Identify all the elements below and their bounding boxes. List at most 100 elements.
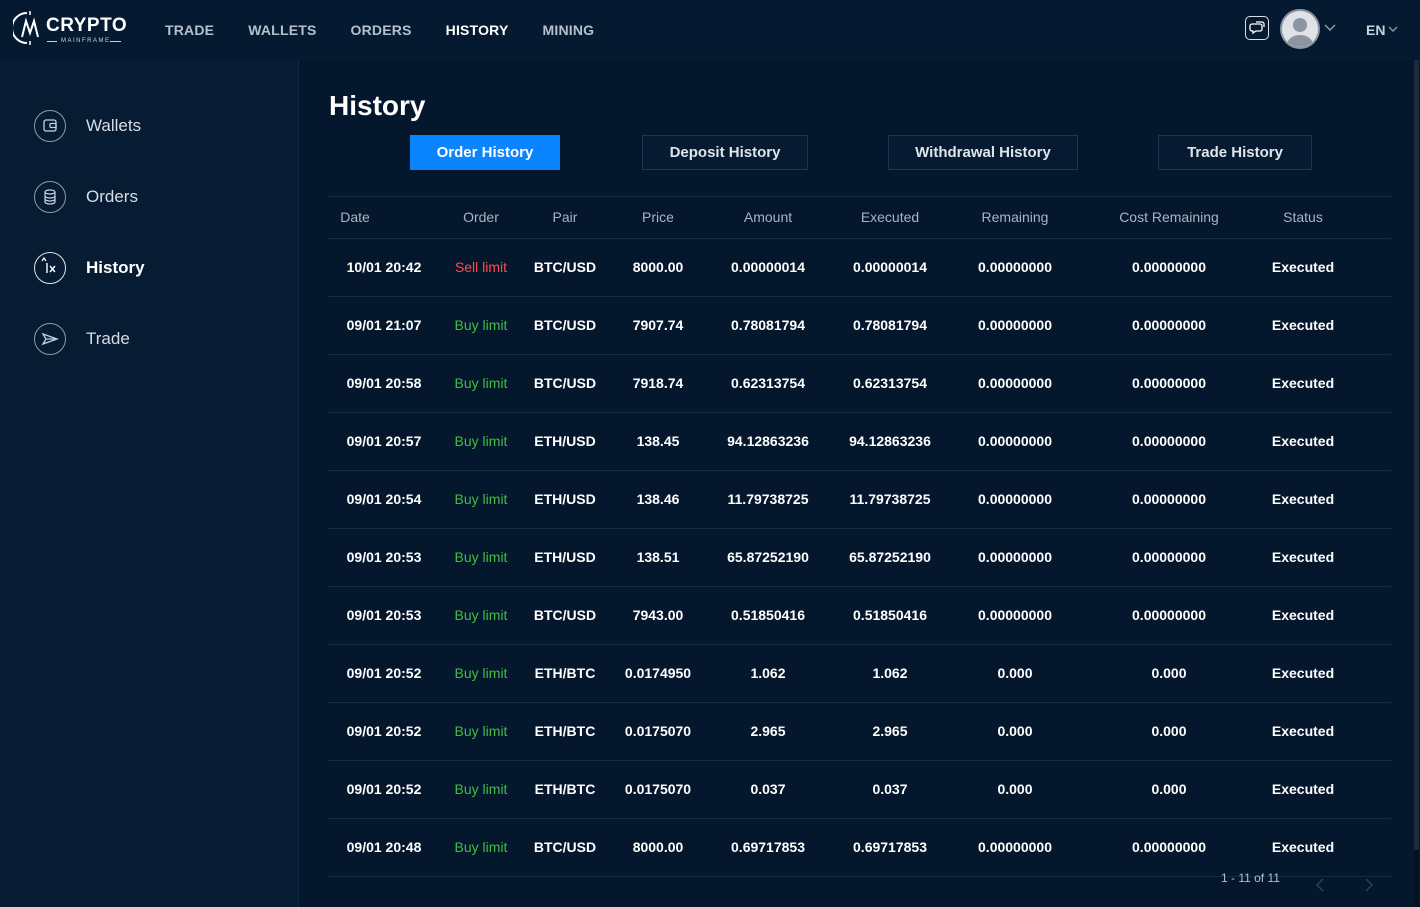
column-header-remaining[interactable]: Remaining [955,197,1075,238]
order-history-table: Date Order Pair Price Amount Executed Re… [328,196,1391,877]
cell-executed: 2.965 [872,723,908,739]
chat-icon [1249,21,1265,35]
cell-amount: 0.51850416 [731,607,805,623]
chevron-left-icon[interactable] [1315,878,1325,892]
cell-pair: ETH/BTC [534,781,596,797]
cell-amount: 11.79738725 [727,491,809,507]
cell-status: Executed [1271,259,1335,275]
sidebar-item-label: Orders [86,187,138,206]
cell-date: 09/01 20:53 [346,607,422,623]
cell-order: Sell limit [454,259,508,275]
cell-pair: ETH/USD [534,491,596,507]
cell-executed: 0.51850416 [853,607,927,623]
cell-cost-remaining: 0.000 [1151,665,1187,681]
cell-remaining: 0.00000000 [978,433,1052,449]
column-header-price[interactable]: Price [608,197,708,238]
cell-order: Buy limit [454,665,508,681]
column-header-pair[interactable]: Pair [525,197,605,238]
cell-date: 09/01 20:54 [346,491,422,507]
column-header-cost-remaining[interactable]: Cost Remaining [1098,197,1240,238]
cell-executed: 0.62313754 [853,375,927,391]
sidebar-item-history[interactable]: History [34,250,145,286]
cell-date: 09/01 21:07 [346,317,422,333]
column-header-date[interactable]: Date [328,197,382,238]
language-selector[interactable]: EN [1366,22,1385,38]
cell-status: Executed [1271,723,1335,739]
column-header-status[interactable]: Status [1253,197,1353,238]
sidebar-item-label: Trade [86,329,130,348]
brand-logo-icon [13,11,39,45]
cell-order: Buy limit [454,839,508,855]
cell-order: Buy limit [454,781,508,797]
cell-amount: 0.037 [750,781,786,797]
cell-price: 0.0175070 [624,723,692,739]
tab-order-history[interactable]: Order History [410,135,560,170]
sidebar-item-wallets[interactable]: Wallets [34,108,141,144]
cell-cost-remaining: 0.00000000 [1132,259,1206,275]
chevron-right-icon[interactable] [1364,878,1374,892]
user-avatar[interactable] [1280,9,1320,49]
nav-mining[interactable]: MINING [543,22,595,38]
chevron-down-icon[interactable] [1324,24,1336,32]
cell-pair: BTC/USD [533,839,597,855]
cell-price: 7943.00 [632,607,684,623]
cell-order: Buy limit [454,491,508,507]
support-chat-button[interactable] [1245,16,1269,40]
tab-trade-history[interactable]: Trade History [1158,135,1312,170]
cell-cost-remaining: 0.00000000 [1132,491,1206,507]
cell-executed: 1.062 [872,665,908,681]
column-header-amount[interactable]: Amount [708,197,828,238]
sidebar-item-label: Wallets [86,116,142,135]
cell-status: Executed [1271,839,1335,855]
table-row: 09/01 20:53 Buy limit BTC/USD 7943.00 0.5185… [328,587,1391,645]
cell-date: 09/01 20:57 [346,433,422,449]
cell-order: Buy limit [454,549,508,565]
cell-remaining: 0.000 [997,723,1033,739]
sidebar-item-label: History [86,258,145,277]
cell-price: 0.0175070 [624,781,692,797]
table-row: 10/01 20:42 Sell limit BTC/USD 8000.00 0.000… [328,239,1391,297]
cell-price: 138.46 [636,491,680,507]
column-header-executed[interactable]: Executed [830,197,950,238]
send-icon [34,323,66,355]
cell-cost-remaining: 0.00000000 [1132,375,1206,391]
cell-date: 09/01 20:52 [346,723,422,739]
nav-orders[interactable]: ORDERS [351,22,412,38]
table-body: 10/01 20:42 Sell limit BTC/USD 8000.00 0.000… [328,239,1391,877]
brand-logo[interactable]: CRYPTO MAINFRAME [13,9,128,51]
cell-status: Executed [1271,665,1335,681]
cell-order: Buy limit [454,723,508,739]
table-row: 09/01 20:53 Buy limit ETH/USD 138.51 65.8725… [328,529,1391,587]
cell-executed: 65.87252190 [849,549,931,565]
cell-pair: BTC/USD [533,607,597,623]
top-navbar: CRYPTO MAINFRAME TRADE WALLETS ORDERS HI… [0,0,1420,60]
cell-price: 0.0174950 [624,665,692,681]
main-content: History Order History Deposit History Wi… [299,60,1420,907]
nav-wallets[interactable]: WALLETS [248,22,316,38]
cell-pair: ETH/USD [534,549,596,565]
table-row: 09/01 20:52 Buy limit ETH/BTC 0.0174950 1.06… [328,645,1391,703]
scrollbar-thumb[interactable] [1414,60,1419,850]
cell-date: 09/01 20:52 [346,781,422,797]
cell-remaining: 0.00000000 [978,549,1052,565]
cell-remaining: 0.000 [997,781,1033,797]
tab-withdrawal-history[interactable]: Withdrawal History [888,135,1078,170]
cell-status: Executed [1271,317,1335,333]
cell-executed: 0.037 [872,781,908,797]
sidebar-item-trade[interactable]: Trade [34,321,130,357]
sidebar-item-orders[interactable]: Orders [34,179,138,215]
page-title: History [329,90,426,121]
cell-amount: 0.00000014 [731,259,805,275]
cell-price: 138.45 [636,433,680,449]
cell-amount: 1.062 [750,665,786,681]
column-header-order[interactable]: Order [441,197,521,238]
nav-trade[interactable]: TRADE [165,22,214,38]
cell-amount: 0.62313754 [731,375,805,391]
brand-divider [110,41,121,42]
nav-history[interactable]: HISTORY [446,22,509,38]
cell-executed: 0.00000014 [853,259,927,275]
chevron-down-icon[interactable] [1388,26,1398,33]
scrollbar[interactable] [1414,60,1419,907]
tab-deposit-history[interactable]: Deposit History [642,135,808,170]
user-icon [1287,18,1313,47]
